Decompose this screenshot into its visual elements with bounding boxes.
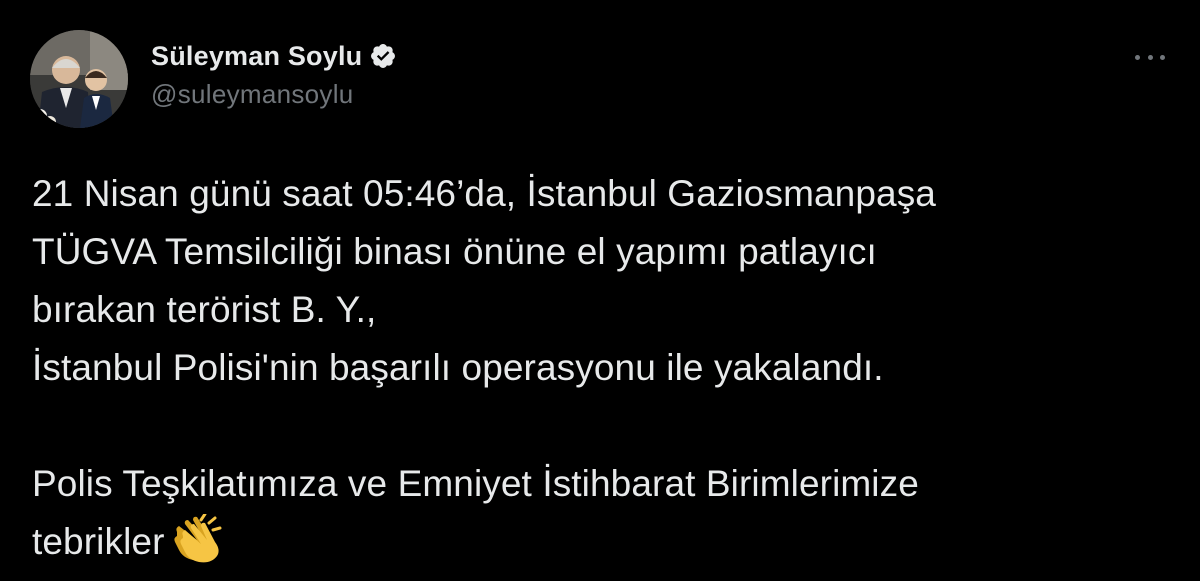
clapping-hands-icon: [171, 512, 227, 564]
dot: [1135, 54, 1140, 60]
dot: [1147, 54, 1153, 60]
more-options-icon[interactable]: [1132, 44, 1168, 70]
name-row: Süleyman Soylu: [151, 38, 397, 74]
tweet-line: bırakan terörist B. Y.,: [32, 289, 377, 330]
dot: [1160, 54, 1165, 60]
tweet-line-last: tebrikler: [32, 512, 1182, 571]
handle[interactable]: @suleymansoylu: [151, 79, 397, 110]
author-block: Süleyman Soylu @suleymansoylu: [151, 38, 397, 110]
tweet-line-text: tebrikler: [32, 521, 165, 562]
tweet-line: 21 Nisan günü saat 05:46’da, İstanbul Ga…: [32, 173, 936, 214]
avatar[interactable]: [30, 30, 128, 128]
tweet-line: İstanbul Polisi'nin başarılı operasyonu …: [32, 347, 884, 388]
profile-photo-icon: [30, 30, 128, 128]
tweet-card: Süleyman Soylu @suleymansoylu 21 Nisan g…: [0, 0, 1200, 568]
tweet-text: 21 Nisan günü saat 05:46’da, İstanbul Ga…: [32, 165, 1182, 571]
verified-badge-icon: [369, 42, 397, 70]
display-name[interactable]: Süleyman Soylu: [151, 41, 362, 72]
tweet-line: Polis Teşkilatımıza ve Emniyet İstihbara…: [32, 463, 919, 504]
tweet-line: TÜGVA Temsilciliği binası önüne el yapım…: [32, 231, 877, 272]
